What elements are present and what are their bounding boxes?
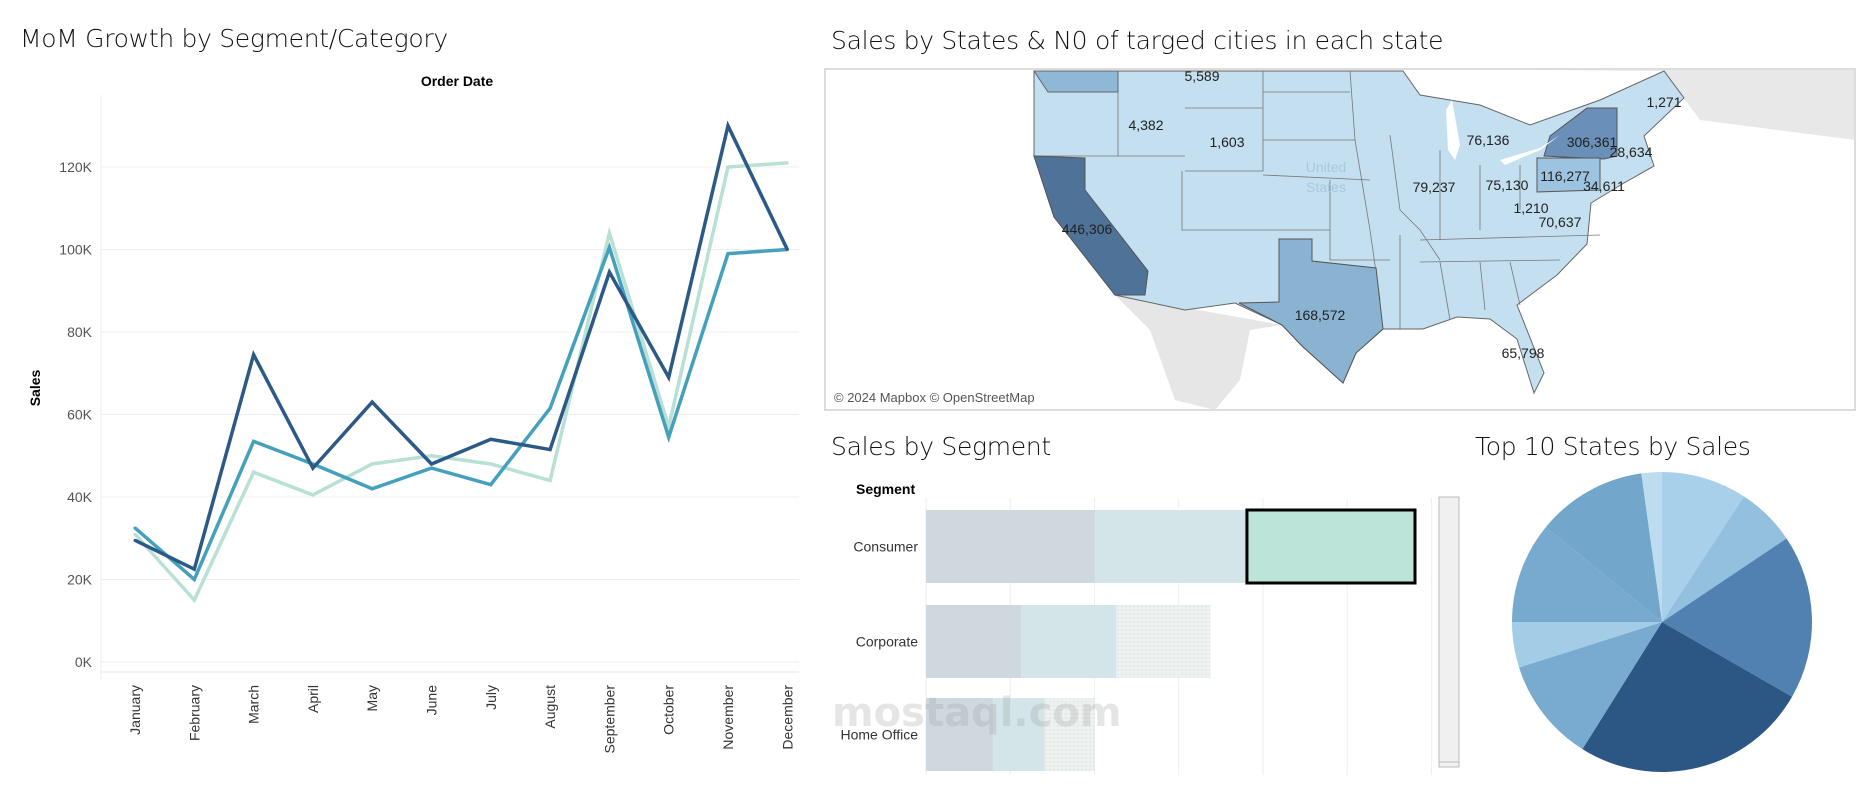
bar-segment[interactable] <box>926 510 1095 583</box>
segment-bar-chart: Segment ConsumerCorporateHome Office <box>840 481 1460 775</box>
watermark: mostaql.com <box>832 690 1122 736</box>
segment-header: Segment <box>856 481 915 497</box>
bar-segment[interactable] <box>1094 510 1247 583</box>
segment-label: Consumer <box>853 539 918 555</box>
bar-segment[interactable] <box>1116 605 1211 678</box>
bar-segment[interactable] <box>926 605 1022 678</box>
segment-label: Corporate <box>856 634 918 650</box>
bar-segment[interactable] <box>1021 605 1117 678</box>
bar-segment[interactable] <box>1245 508 1417 585</box>
scrollbar[interactable] <box>1438 496 1460 768</box>
